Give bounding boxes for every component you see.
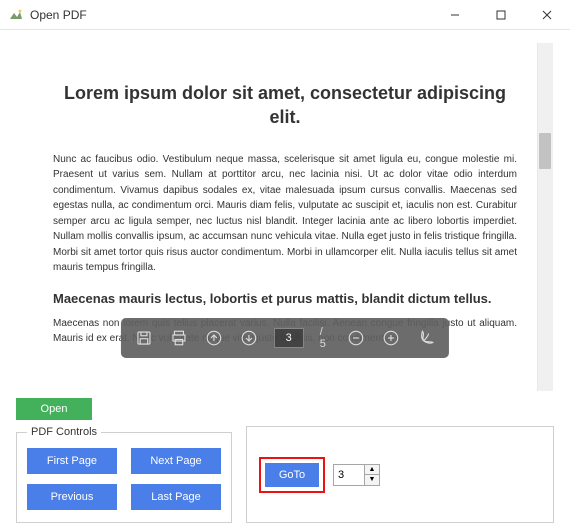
open-button[interactable]: Open [16, 398, 92, 420]
titlebar: Open PDF [0, 0, 570, 30]
next-page-button[interactable]: Next Page [131, 448, 221, 474]
minimize-button[interactable] [432, 0, 478, 30]
maximize-button[interactable] [478, 0, 524, 30]
print-icon[interactable] [168, 327, 189, 349]
document-subheading: Maecenas mauris lectus, lobortis et puru… [53, 290, 517, 308]
spinner-up-icon[interactable]: ▲ [365, 465, 379, 476]
app-icon [8, 7, 24, 23]
window-title: Open PDF [30, 8, 432, 22]
close-button[interactable] [524, 0, 570, 30]
document-paragraph: Nunc ac faucibus odio. Vestibulum neque … [53, 152, 517, 276]
spinner-down-icon[interactable]: ▼ [365, 475, 379, 485]
goto-group: GoTo ▲ ▼ [246, 426, 554, 523]
pdf-controls-group: PDF Controls First Page Next Page Previo… [16, 426, 232, 523]
goto-highlight: GoTo [259, 457, 325, 493]
scroll-thumb[interactable] [539, 133, 551, 169]
overlay-page-total: / 5 [320, 326, 332, 350]
save-icon[interactable] [133, 327, 154, 349]
overlay-page-input[interactable] [274, 328, 304, 348]
document-heading: Lorem ipsum dolor sit amet, consectetur … [53, 81, 517, 130]
pdf-controls-legend: PDF Controls [27, 426, 101, 438]
viewer-toolbar: / 5 [121, 318, 449, 358]
vertical-scrollbar[interactable] [537, 43, 553, 391]
previous-page-button[interactable]: Previous [27, 484, 117, 510]
pdf-icon[interactable] [416, 327, 437, 349]
first-page-button[interactable]: First Page [27, 448, 117, 474]
last-page-button[interactable]: Last Page [131, 484, 221, 510]
zoom-in-icon[interactable] [381, 327, 402, 349]
arrow-down-icon[interactable] [239, 327, 260, 349]
page-number-spinner[interactable]: ▲ ▼ [333, 464, 380, 486]
arrow-up-icon[interactable] [203, 327, 224, 349]
zoom-out-icon[interactable] [345, 327, 366, 349]
page-number-input[interactable] [334, 465, 364, 485]
goto-button[interactable]: GoTo [265, 463, 319, 487]
